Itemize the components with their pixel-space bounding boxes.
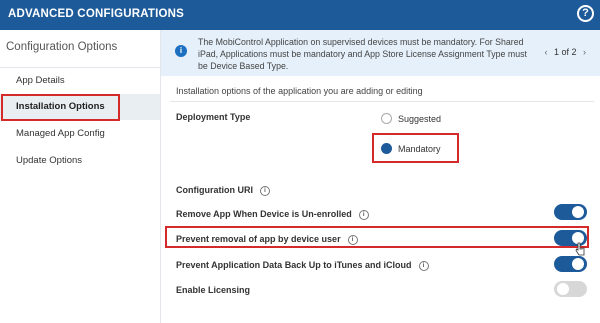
notice-pager: ‹ 1 of 2 › [540, 47, 590, 57]
sidebar-item-label: Installation Options [16, 101, 105, 112]
setting-remove-app-label: Remove App When Device is Un-enrolled i [176, 209, 369, 220]
info-icon[interactable]: i [347, 234, 358, 245]
sidebar-item-managed-app-config[interactable]: Managed App Config [0, 121, 160, 147]
sidebar-heading: Configuration Options [6, 41, 118, 53]
radio-suggested[interactable]: Suggested [381, 113, 441, 124]
chevron-right-icon[interactable]: › [579, 47, 590, 57]
radio-circle[interactable] [381, 113, 392, 124]
setting-prevent-removal-label: Prevent removal of app by device user i [176, 234, 358, 245]
info-icon[interactable]: i [418, 260, 429, 271]
pager-label: 1 of 2 [553, 47, 577, 57]
intro-text: Installation options of the application … [176, 86, 423, 96]
setting-label-text: Prevent Application Data Back Up to iTun… [176, 260, 412, 270]
divider [170, 101, 594, 102]
toggle-knob [572, 258, 584, 270]
info-icon: i [175, 45, 187, 57]
setting-enable-licensing-label: Enable Licensing [176, 285, 250, 295]
help-circle-icon[interactable]: ? [577, 5, 594, 22]
chevron-left-icon[interactable]: ‹ [540, 47, 551, 57]
sidebar-item-update-options[interactable]: Update Options [0, 148, 160, 174]
hand-cursor-icon [575, 242, 585, 256]
sidebar-item-label: App Details [16, 75, 65, 86]
header-bar: ADVANCED CONFIGURATIONS ? [0, 0, 600, 30]
setting-label-text: Remove App When Device is Un-enrolled [176, 209, 352, 219]
notice-text: The MobiControl Application on supervise… [198, 37, 527, 71]
toggle-prevent-backup[interactable] [554, 256, 587, 272]
radio-circle[interactable] [381, 143, 392, 154]
info-icon[interactable]: i [358, 209, 369, 220]
page-title: ADVANCED CONFIGURATIONS [8, 8, 185, 20]
deployment-type-label: Deployment Type [176, 112, 251, 122]
toggle-enable-licensing[interactable] [554, 281, 587, 297]
setting-prevent-backup-label: Prevent Application Data Back Up to iTun… [176, 260, 429, 271]
toggle-remove-app[interactable] [554, 204, 587, 220]
sidebar-item-label: Managed App Config [16, 128, 105, 139]
toggle-knob [572, 206, 584, 218]
configuration-uri-text: Configuration URI [176, 185, 253, 195]
sidebar-item-app-details[interactable]: App Details [0, 68, 160, 94]
radio-label: Mandatory [398, 143, 441, 154]
sidebar: Configuration Options App Details Instal… [0, 30, 161, 323]
setting-label-text: Enable Licensing [176, 285, 251, 295]
info-icon[interactable]: i [260, 185, 270, 196]
setting-label-text: Prevent removal of app by device user [176, 234, 341, 244]
configuration-uri-label: Configuration URI i [176, 185, 270, 196]
toggle-knob [557, 283, 569, 295]
radio-label: Suggested [398, 113, 442, 124]
sidebar-item-label: Update Options [16, 155, 83, 166]
sidebar-item-installation-options[interactable]: Installation Options [0, 94, 160, 120]
radio-mandatory[interactable]: Mandatory [381, 143, 441, 154]
info-notice: i The MobiControl Application on supervi… [161, 30, 600, 76]
